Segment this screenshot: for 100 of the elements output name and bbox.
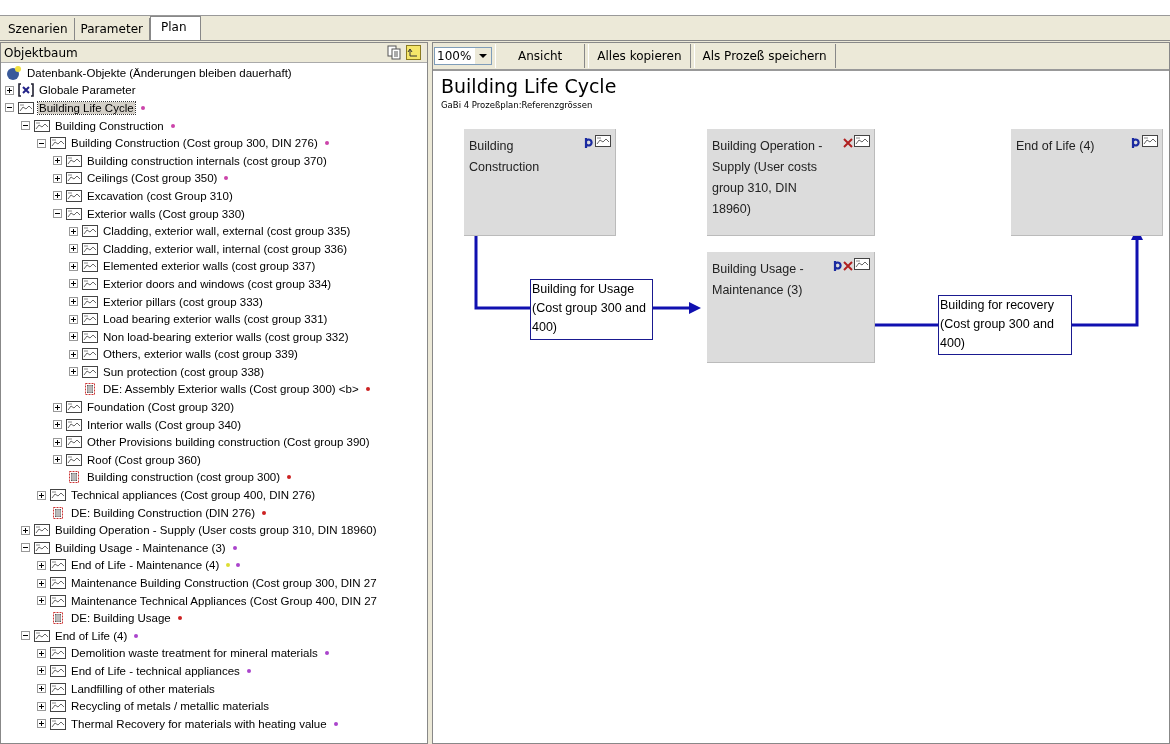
tree-item[interactable]: Recycling of metals / metallic materials [70,700,271,713]
tree-item[interactable]: Cladding, exterior wall, internal (cost group 336) [102,242,349,255]
tree-item[interactable]: Non load-bearing exterior walls (cost group 332) [102,330,350,343]
tree-item[interactable]: Cladding, exterior wall, external (cost group 335) [102,225,352,238]
collapse-toggle[interactable] [21,631,30,641]
expand-toggle[interactable] [5,85,14,95]
expand-toggle[interactable] [53,191,62,201]
flow-label[interactable]: Building for Usage (Cost group 300 and 400) [530,279,653,340]
expand-toggle[interactable] [53,437,62,447]
tree-item[interactable]: DE: Building Construction (DIN 276) [70,506,257,519]
expand-toggle[interactable] [53,455,62,465]
caret-icon[interactable] [475,48,491,64]
tree-item[interactable]: Technical appliances (Cost group 400, DIN 276) [70,489,317,502]
plan-icon [81,364,99,379]
tree-item[interactable]: Exterior doors and windows (cost group 334) [102,277,333,290]
flow-label[interactable]: Building for recovery (Cost group 300 and 400) [938,295,1072,355]
tree-item[interactable]: Thermal Recovery for materials with heating value [70,717,328,730]
toolbar-button[interactable]: Alles kopieren [588,44,691,68]
tree-item[interactable]: End of Life - technical appliances [70,665,241,677]
expand-toggle[interactable] [53,173,62,183]
expand-toggle[interactable] [37,578,46,588]
expand-toggle[interactable] [69,314,78,324]
expand-toggle[interactable] [69,332,78,342]
expand-toggle[interactable] [69,367,78,377]
tree-item[interactable]: Foundation (Cost group 320) [86,401,236,414]
tree-item[interactable]: Building Construction (Cost group 300, DIN 276) [70,137,319,150]
plan-icon [49,716,67,731]
collapse-toggle[interactable] [21,121,30,131]
tree-item[interactable]: Roof (Cost group 360) [86,453,202,466]
expand-toggle[interactable] [69,279,78,289]
zoom-dropdown[interactable]: 100% [434,47,492,65]
expand-toggle[interactable] [37,701,46,711]
tree-item[interactable]: Building construction (cost group 300) [86,471,282,484]
plan-icon [49,664,67,678]
plan-icon [81,276,99,291]
tree-item[interactable]: Maintenance Building Construction (Cost group 300, DIN 27 [70,577,378,589]
tree-item[interactable]: Ceilings (Cost group 350) [86,172,219,185]
panel-title: Objektbaum [4,45,79,60]
tree-item[interactable]: Other Provisions building construction (Cost group 390) [86,436,371,449]
collapse-toggle[interactable] [53,209,62,219]
tree-item[interactable]: DE: Building Usage [70,612,172,625]
expand-toggle[interactable] [53,156,62,166]
tree-item[interactable]: Load bearing exterior walls (cost group 331) [102,313,329,326]
tree-item[interactable]: Exterior pillars (cost group 333) [102,295,264,308]
tree-item[interactable]: Sun protection (cost group 338) [102,365,266,378]
up-folder-icon[interactable] [406,45,421,60]
process-box[interactable]: End of Life (4) [1011,129,1163,236]
tree-item[interactable]: Building Operation - Supply (User costs group 310, DIN 18960) [54,524,378,537]
plan-icon [594,134,611,148]
expand-toggle[interactable] [69,226,78,236]
expand-toggle[interactable] [21,525,30,535]
tree-item[interactable]: End of Life (4) [54,629,129,642]
tree-item[interactable]: Excavation (cost Group 310) [86,189,234,202]
expand-toggle[interactable] [37,666,46,676]
expand-toggle[interactable] [53,420,62,430]
tree-item[interactable]: Exterior walls (Cost group 330) [86,207,246,220]
tree-item[interactable]: Interior walls (Cost group 340) [86,418,243,431]
plan-icon [17,101,35,115]
collapse-toggle[interactable] [37,138,46,148]
expand-toggle[interactable] [37,596,46,606]
expand-toggle[interactable] [69,349,78,359]
plan-icon [33,540,51,555]
expand-toggle[interactable] [37,490,46,500]
tree-item[interactable]: Datenbank-Objekte (Änderungen bleiben dauerhaft) [26,66,293,79]
tree-item[interactable]: Globale Parameter [38,84,137,97]
toolbar-button[interactable]: Als Prozeß speichern [693,44,836,68]
plan-icon [81,224,99,239]
plan-icon [49,136,67,151]
process-box[interactable]: Building Operation - Supply (User costs group 310, DIN 18960) [707,129,875,236]
expand-toggle[interactable] [37,648,46,658]
plan-icon [65,452,83,467]
tree-item[interactable]: Demolition waste treatment for mineral materials [70,647,319,660]
tree-item[interactable]: Landfilling of other materials [70,682,216,695]
collapse-toggle[interactable] [5,103,14,113]
tree-item[interactable]: Building Usage - Maintenance (3) [54,541,227,554]
tree-item[interactable]: Building Construction [54,119,165,132]
tree-item[interactable]: Building Life Cycle [38,102,135,114]
expand-toggle[interactable] [69,297,78,306]
tree-item[interactable]: Others, exterior walls (cost group 339) [102,348,299,361]
tree-item[interactable]: Elemented exterior walls (cost group 337) [102,260,317,273]
copy-icon[interactable] [387,45,402,60]
expand-toggle[interactable] [69,244,78,254]
tree-item[interactable]: Building construction internals (cost group 370) [86,154,328,167]
tab[interactable]: Plan [149,16,202,40]
collapse-toggle[interactable] [21,543,30,553]
plan-icon [81,347,99,362]
expand-toggle[interactable] [69,261,78,271]
expand-toggle[interactable] [37,719,46,729]
tree-item[interactable]: Maintenance Technical Appliances (Cost Group 400, DIN 27 [70,594,378,607]
expand-toggle[interactable] [53,402,62,412]
process-box[interactable]: Building Construction [464,129,616,236]
toolbar-button[interactable]: Ansicht [495,44,586,68]
expand-toggle[interactable] [37,560,46,570]
process-box[interactable]: Building Usage - Maintenance (3) [707,252,875,363]
expand-toggle[interactable] [37,684,46,694]
plan-icon [49,699,67,714]
tree-item[interactable]: DE: Assembly Exterior walls (Cost group 300) <b> [102,383,360,396]
tree-item[interactable]: End of Life - Maintenance (4) [70,559,221,572]
process-label: End of Life (4) [1016,138,1096,155]
plan-icon [49,646,67,661]
